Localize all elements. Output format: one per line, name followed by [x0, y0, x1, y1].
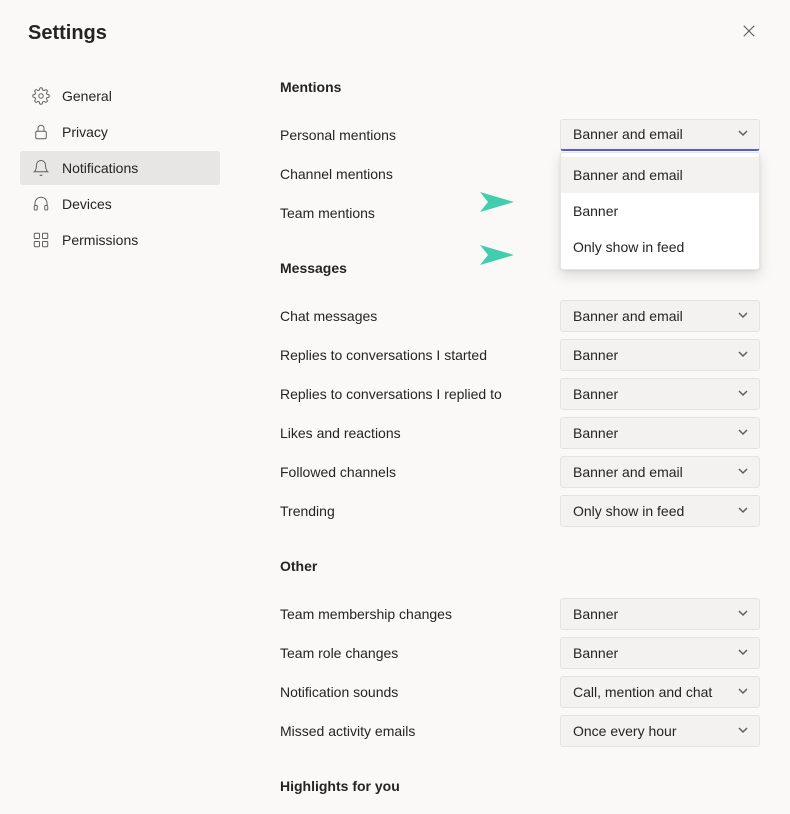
chevron-down-icon [737, 308, 749, 324]
chevron-down-icon [737, 425, 749, 441]
dropdown-option[interactable]: Banner and email [561, 157, 759, 193]
dropdown-value: Banner [573, 425, 618, 441]
sidebar-item-label: Privacy [62, 124, 108, 140]
close-icon [742, 25, 756, 42]
setting-label: Likes and reactions [280, 425, 401, 441]
page-title: Settings [28, 22, 107, 45]
dropdown-role-changes[interactable]: Banner [560, 637, 760, 669]
dropdown-personal-mentions[interactable]: Banner and email [560, 119, 760, 151]
setting-label: Team role changes [280, 645, 398, 661]
setting-label: Replies to conversations I started [280, 347, 487, 363]
dropdown-missed-emails[interactable]: Once every hour [560, 715, 760, 747]
dropdown-trending[interactable]: Only show in feed [560, 495, 760, 527]
sidebar-item-devices[interactable]: Devices [20, 187, 220, 221]
sidebar-item-label: Devices [62, 196, 112, 212]
chevron-down-icon [737, 606, 749, 622]
setting-label: Trending [280, 503, 335, 519]
dropdown-value: Once every hour [573, 723, 677, 739]
sidebar-item-notifications[interactable]: Notifications [20, 151, 220, 185]
setting-label: Team membership changes [280, 606, 452, 622]
close-button[interactable] [734, 20, 764, 47]
chevron-down-icon [737, 386, 749, 402]
bell-icon [32, 159, 50, 177]
dropdown-value: Only show in feed [573, 503, 684, 519]
chevron-down-icon [737, 645, 749, 661]
chevron-down-icon [737, 126, 749, 142]
lock-icon [32, 123, 50, 141]
dropdown-value: Call, mention and chat [573, 684, 712, 700]
dropdown-option[interactable]: Only show in feed [561, 229, 759, 265]
dropdown-value: Banner [573, 347, 618, 363]
gear-icon [32, 87, 50, 105]
sidebar-item-general[interactable]: General [20, 79, 220, 113]
dropdown-value: Banner and email [573, 464, 683, 480]
sidebar-item-label: General [62, 88, 112, 104]
dropdown-menu: Banner and email Banner Only show in fee… [560, 152, 760, 270]
apps-icon [32, 231, 50, 249]
setting-label: Team mentions [280, 205, 375, 221]
chevron-down-icon [737, 723, 749, 739]
chevron-down-icon [737, 503, 749, 519]
dropdown-value: Banner and email [573, 308, 683, 324]
section-title-mentions: Mentions [280, 79, 760, 95]
dropdown-value: Banner [573, 386, 618, 402]
settings-sidebar: General Privacy Notifications Devices Pe… [20, 79, 220, 814]
dropdown-option[interactable]: Banner [561, 193, 759, 229]
section-title-highlights: Highlights for you [280, 778, 760, 794]
sidebar-item-label: Permissions [62, 232, 138, 248]
setting-label: Followed channels [280, 464, 396, 480]
setting-label: Personal mentions [280, 127, 396, 143]
sidebar-item-permissions[interactable]: Permissions [20, 223, 220, 257]
setting-label: Channel mentions [280, 166, 393, 182]
dropdown-chat-messages[interactable]: Banner and email [560, 300, 760, 332]
setting-label: Missed activity emails [280, 723, 415, 739]
dropdown-notification-sounds[interactable]: Call, mention and chat [560, 676, 760, 708]
dropdown-replies-started[interactable]: Banner [560, 339, 760, 371]
setting-label: Notification sounds [280, 684, 398, 700]
setting-label: Replies to conversations I replied to [280, 386, 502, 402]
chevron-down-icon [737, 347, 749, 363]
sidebar-item-label: Notifications [62, 160, 138, 176]
dropdown-likes[interactable]: Banner [560, 417, 760, 449]
dropdown-membership-changes[interactable]: Banner [560, 598, 760, 630]
setting-label: Chat messages [280, 308, 377, 324]
dropdown-value: Banner [573, 645, 618, 661]
section-title-other: Other [280, 558, 760, 574]
chevron-down-icon [737, 464, 749, 480]
settings-panel: Mentions Personal mentions Banner and em… [220, 79, 790, 814]
dropdown-value: Banner and email [573, 126, 683, 142]
chevron-down-icon [737, 684, 749, 700]
dropdown-value: Banner [573, 606, 618, 622]
dropdown-followed-channels[interactable]: Banner and email [560, 456, 760, 488]
dropdown-replies-replied[interactable]: Banner [560, 378, 760, 410]
headset-icon [32, 195, 50, 213]
sidebar-item-privacy[interactable]: Privacy [20, 115, 220, 149]
